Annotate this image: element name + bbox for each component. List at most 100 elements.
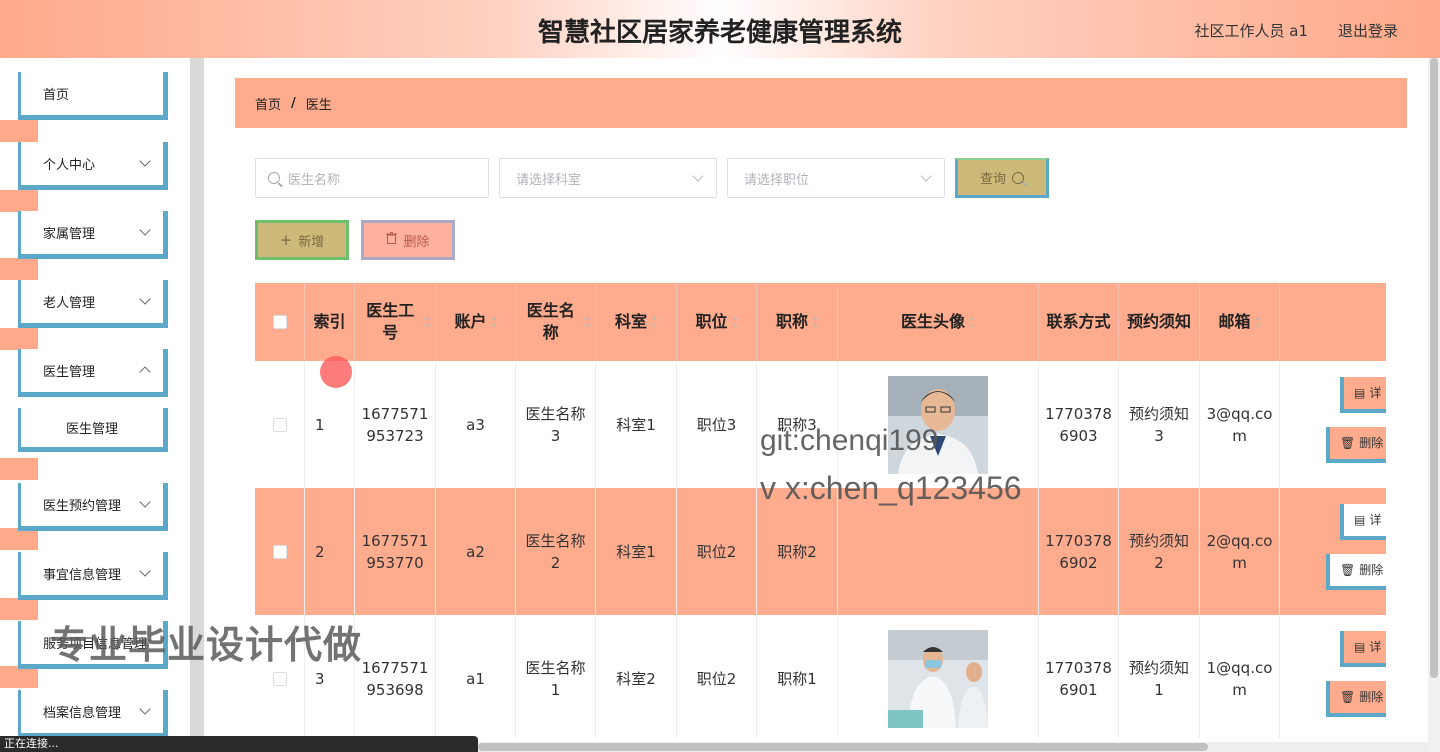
sort-icon[interactable] [583,316,591,328]
sort-icon[interactable] [490,316,497,328]
sidebar-item-doctor[interactable]: 医生管理 [18,349,168,397]
column-header-index[interactable]: 索引 [305,283,355,361]
sidebar-item-label: 事宜信息管理 [43,568,122,583]
row-checkbox[interactable] [272,671,287,686]
scrollbar-thumb[interactable] [478,743,1208,751]
breadcrumb-current: 医生 [305,97,332,113]
sidebar-item-elderly[interactable]: 老人管理 [18,280,168,328]
row-checkbox[interactable] [272,544,287,559]
cell-title: 职称1 [757,615,838,738]
top-header: 智慧社区居家养老健康管理系统 社区工作人员 a1 退出登录 [0,0,1440,58]
document-icon: ▤ [1354,640,1366,654]
doctor-table: 索引 医生工号 账户 医生名称 科室 职位 职称 医生头像 联系方式 预约须知 … [255,283,1386,738]
sidebar-item-home[interactable]: 首页 [18,72,168,120]
detail-button[interactable]: ▤ 详 [1340,631,1386,667]
chevron-down-icon [139,565,151,577]
sort-icon[interactable] [1254,316,1261,328]
watermark-ad: 专业毕业设计代做 [50,623,363,667]
delete-label: 删除 [1359,563,1384,577]
trash-icon: 🗑 [1340,436,1356,450]
search-icon [268,172,280,184]
delete-label: 删除 [1359,436,1384,450]
sidebar-item-profile[interactable]: 个人中心 [18,142,168,190]
column-header-phone[interactable]: 联系方式 [1039,283,1119,361]
cell-phone: 17703786902 [1039,488,1119,615]
header-label: 医生名称 [526,301,575,342]
column-header-doctor-no[interactable]: 医生工号 [355,283,436,361]
cell-email: 3@qq.com [1200,361,1280,488]
detail-button[interactable]: ▤ 详 [1340,377,1386,413]
cell-doctor-name: 医生名称2 [516,488,596,615]
menu-accent [0,528,38,550]
batch-delete-button[interactable]: 删除 [361,220,455,260]
column-header-department[interactable]: 科室 [596,283,677,361]
chevron-down-icon [139,496,151,508]
sidebar-item-label: 医生管理 [65,422,118,437]
sidebar-item-family[interactable]: 家属管理 [18,211,168,259]
delete-row-button[interactable]: 🗑 删除 [1326,554,1386,590]
table-header: 索引 医生工号 账户 医生名称 科室 职位 职称 医生头像 联系方式 预约须知 … [255,283,1386,361]
search-icon [1012,171,1024,184]
sort-icon[interactable] [812,316,818,328]
scrollbar-thumb[interactable] [1430,58,1438,678]
sidebar-item-archives[interactable]: 档案信息管理 [18,690,168,738]
column-header-doctor-name[interactable]: 医生名称 [516,283,596,361]
query-button[interactable]: 查询 [955,158,1049,198]
menu-accent [0,120,38,142]
sidebar-item-matters[interactable]: 事宜信息管理 [18,552,168,600]
cell-account: a3 [436,361,516,488]
cell-actions: ▤ 详 🗑 删除 [1280,488,1386,615]
sidebar-subitem-doctor-manage[interactable]: 医生管理 [18,408,168,452]
sidebar-item-label: 家属管理 [43,227,96,242]
doctor-avatar-image[interactable] [888,629,988,728]
sort-icon[interactable] [969,316,975,328]
column-header-notice[interactable]: 预约须知 [1119,283,1200,361]
detail-button[interactable]: ▤ 详 [1340,504,1386,540]
chevron-up-icon [139,366,151,378]
horizontal-scrollbar[interactable] [478,742,1428,752]
breadcrumb-home[interactable]: 首页 [255,94,281,113]
menu-accent [0,328,38,350]
trash-icon: 🗑 [1340,690,1356,704]
chevron-down-icon [139,293,151,305]
column-header-title[interactable]: 职称 [757,283,838,361]
department-select[interactable]: 请选择科室 [499,158,717,198]
delete-label: 删除 [403,234,430,250]
table-row: 2 1677571953770 a2 医生名称2 科室1 职位2 职称2 177… [255,488,1386,615]
chevron-down-icon [139,224,151,236]
column-header-avatar[interactable]: 医生头像 [838,283,1039,361]
doctor-name-search-input[interactable]: 医生名称 [255,158,489,198]
header-label: 科室 [614,312,647,331]
sort-icon[interactable] [651,316,657,328]
sidebar-item-label: 老人管理 [43,296,96,311]
column-header-position[interactable]: 职位 [677,283,757,361]
logout-link[interactable]: 退出登录 [1338,20,1398,41]
sidebar-item-label: 医生管理 [43,365,96,380]
add-label: 新增 [298,234,325,250]
cell-account: a2 [436,488,516,615]
delete-row-button[interactable]: 🗑 删除 [1326,681,1386,717]
position-select[interactable]: 请选择职位 [727,158,945,198]
select-all-checkbox[interactable] [272,315,287,329]
sort-icon[interactable] [731,316,738,328]
cell-position: 职位3 [677,361,757,488]
sort-icon[interactable] [423,316,431,328]
cell-doctor-no: 1677571953698 [355,615,436,738]
header-label: 账户 [454,312,487,331]
trash-icon [386,232,398,248]
vertical-scrollbar[interactable] [1428,58,1440,752]
cursor-highlight [320,356,352,388]
sidebar-item-appointments[interactable]: 医生预约管理 [18,483,168,531]
detail-label: 详 [1369,386,1382,400]
delete-row-button[interactable]: 🗑 删除 [1326,427,1386,463]
column-header-account[interactable]: 账户 [436,283,516,361]
chevron-down-icon [920,170,932,182]
add-button[interactable]: + 新增 [255,220,349,260]
cell-email: 2@qq.com [1200,488,1280,615]
main-content: 首页 / 医生 医生名称 请选择科室 请选择职位 查询 + 新增 删除 索引 医… [204,58,1428,738]
table-row: 3 1677571953698 a1 医生名称1 科室2 职位2 职称1 177… [255,615,1386,738]
select-all-cell [255,283,305,361]
row-checkbox[interactable] [272,417,287,432]
column-header-email[interactable]: 邮箱 [1200,283,1280,361]
cell-department: 科室1 [596,488,677,615]
